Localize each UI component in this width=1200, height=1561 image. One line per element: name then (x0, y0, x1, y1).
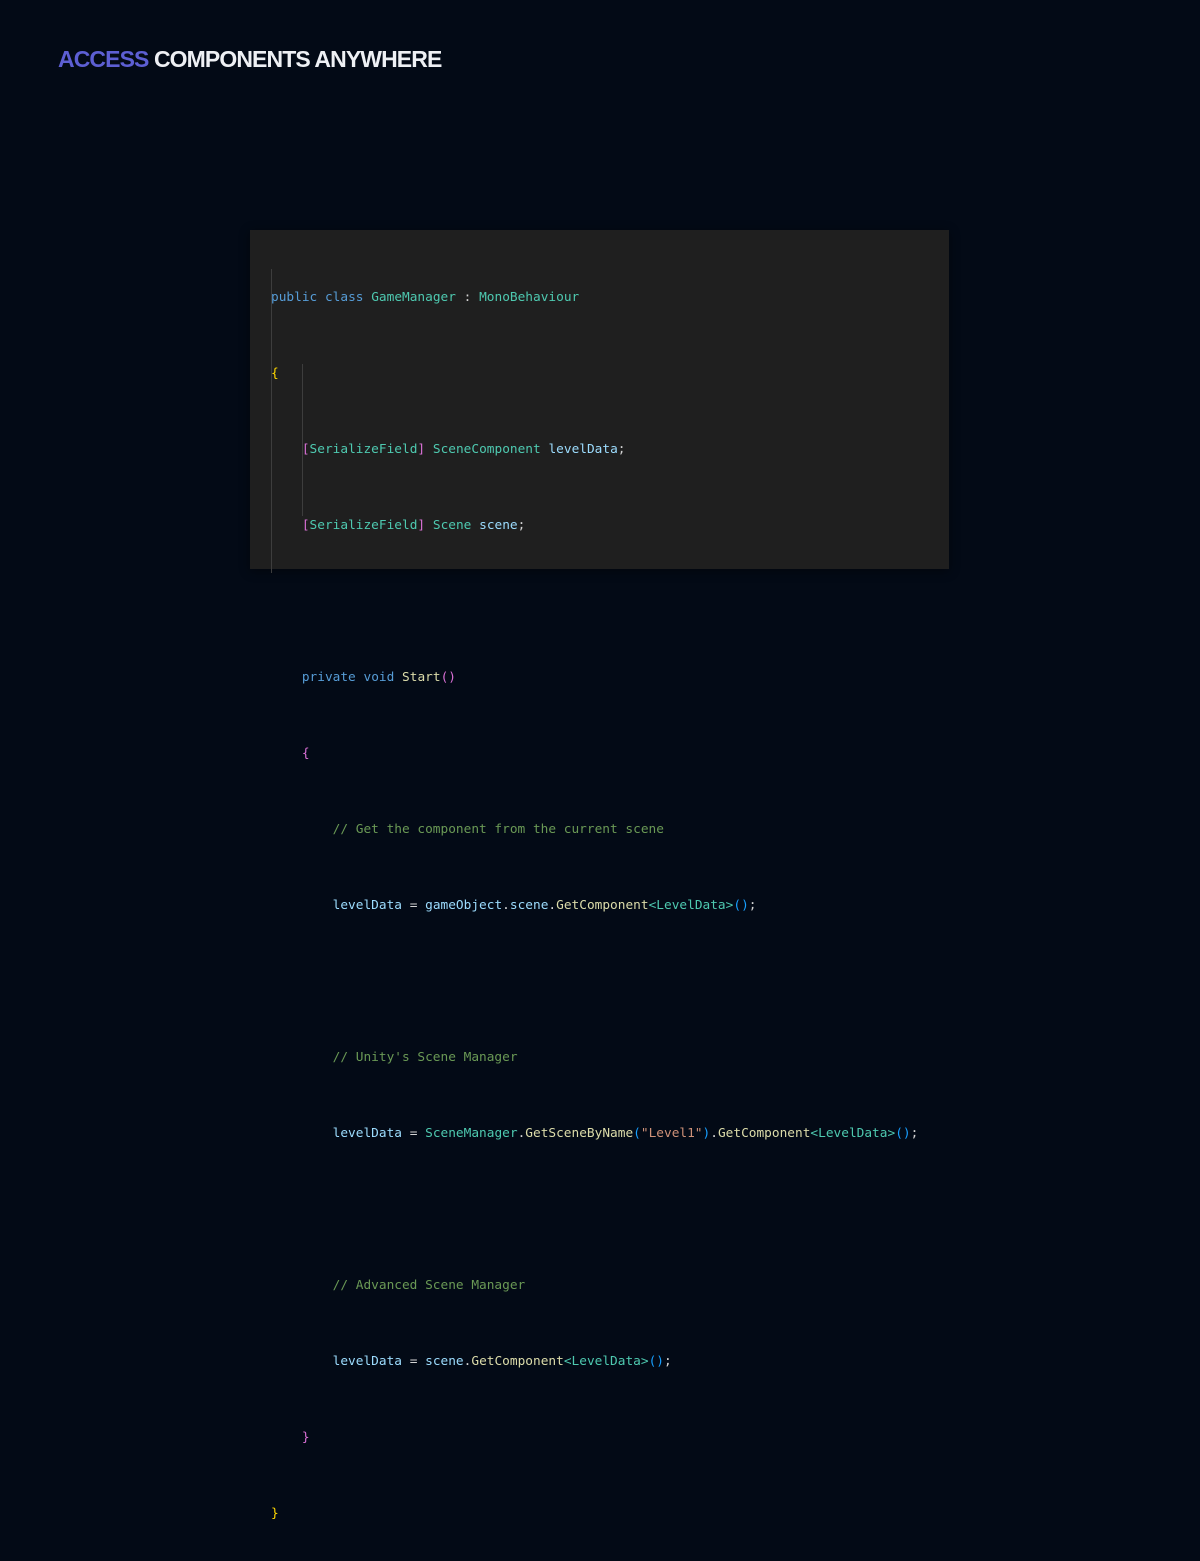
code-block: public class GameManager : MonoBehaviour… (271, 231, 918, 1561)
code-line: { (301, 746, 310, 761)
code-panel: public class GameManager : MonoBehaviour… (250, 230, 949, 1521)
code-line: // Advanced Scene Manager (332, 1278, 526, 1293)
headline-rest: COMPONENTS ANYWHERE (153, 46, 442, 72)
page-headline: ACCESS COMPONENTS ANYWHERE (58, 44, 442, 74)
code-line: [SerializeField] SceneComponent levelDat… (301, 442, 626, 457)
code-line: private void Start() (301, 670, 456, 685)
code-line: levelData = SceneManager.GetSceneByName(… (332, 1126, 919, 1141)
code-line: [SerializeField] Scene scene; (301, 518, 526, 533)
code-line: } (271, 1506, 279, 1521)
code-line: levelData = gameObject.scene.GetComponen… (332, 898, 757, 913)
code-line: { (271, 366, 279, 381)
code-line: } (301, 1430, 310, 1445)
code-line: // Unity's Scene Manager (332, 1050, 518, 1065)
headline-accent: ACCESS (58, 46, 149, 72)
code-line: levelData = scene.GetComponent<LevelData… (332, 1354, 672, 1369)
code-line: public class GameManager : MonoBehaviour (271, 290, 580, 305)
code-line: // Get the component from the current sc… (332, 822, 664, 837)
